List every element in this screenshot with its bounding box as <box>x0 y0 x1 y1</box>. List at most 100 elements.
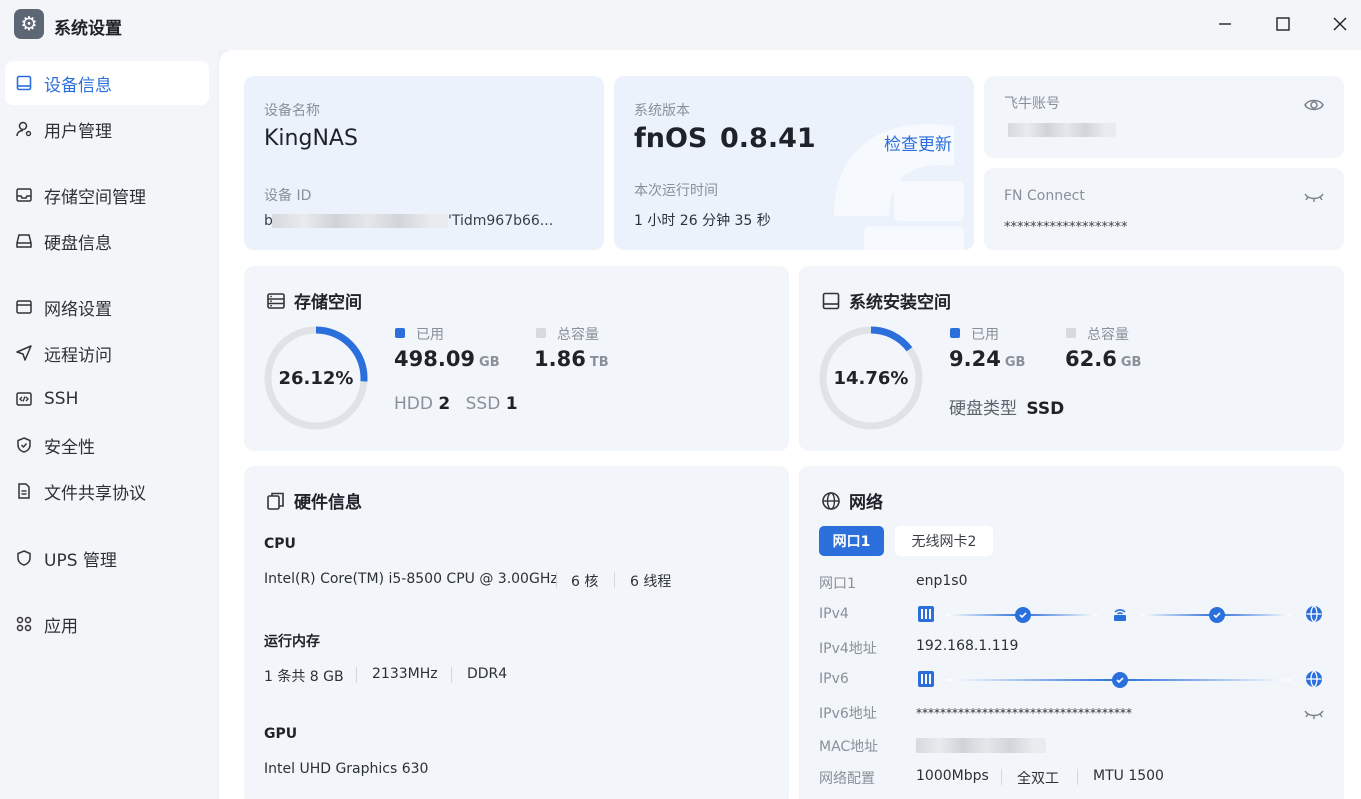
storage-list-icon <box>267 292 285 309</box>
sidebar-item-label: 远程访问 <box>44 345 112 366</box>
ipv6-check-icon <box>1112 672 1128 688</box>
sidebar-item-ups[interactable]: UPS 管理 <box>5 536 209 580</box>
gpu-model: Intel UHD Graphics 630 <box>264 761 429 777</box>
memory-size: 1 条共 8 GB <box>264 669 344 685</box>
network-title: 网络 <box>821 488 883 513</box>
sidebar-item-apps[interactable]: 应用 <box>5 602 209 646</box>
cpu-model: Intel(R) Core(TM) i5-8500 CPU @ 3.00GHz <box>264 571 558 587</box>
divider <box>614 572 615 588</box>
tab-wireless-2[interactable]: 无线网卡2 <box>895 526 993 556</box>
port-label: 网口1 <box>819 576 856 592</box>
document-icon <box>15 482 33 500</box>
fnos-logo-watermark-icon <box>834 124 964 250</box>
ipv4-address: 192.168.1.119 <box>916 638 1019 654</box>
device-id-blurred <box>272 214 448 228</box>
storage-used-value: 498.09 GB <box>394 347 500 371</box>
title-bar: ⚙ 系统设置 <box>0 0 1361 50</box>
minimize-button[interactable] <box>1213 12 1237 36</box>
total-legend-swatch <box>536 328 546 338</box>
minimize-icon <box>1219 23 1231 25</box>
eye-icon[interactable] <box>1304 96 1324 114</box>
storage-total-value: 1.86 TB <box>534 347 609 371</box>
storage-percent: 26.12% <box>278 368 354 389</box>
sidebar-item-label: 文件共享协议 <box>44 483 146 504</box>
sidebar-item-remote[interactable]: 远程访问 <box>5 331 209 375</box>
sidebar-item-disks[interactable]: 硬盘信息 <box>5 219 209 263</box>
system-total-label: 总容量 <box>1087 327 1129 343</box>
code-icon <box>15 390 33 408</box>
divider <box>451 667 452 683</box>
mac-address-label: MAC地址 <box>819 739 879 755</box>
uptime-value: 1 小时 26 分钟 35 秒 <box>634 213 771 229</box>
router-icon <box>1114 609 1126 621</box>
eye-closed-icon[interactable] <box>1304 190 1324 204</box>
ipv4-address-label: IPv4地址 <box>819 641 877 657</box>
sidebar-item-ssh[interactable]: SSH <box>5 377 209 421</box>
ipv4-label: IPv4 <box>819 606 849 622</box>
total-legend-swatch <box>1066 328 1076 338</box>
system-storage-percent: 14.76% <box>833 368 909 389</box>
device-icon <box>15 74 33 92</box>
sidebar-item-label: 设备信息 <box>44 75 112 96</box>
sidebar-item-label: 安全性 <box>44 437 95 458</box>
mtu-value: MTU 1500 <box>1093 768 1164 784</box>
memory-label: 运行内存 <box>264 634 320 650</box>
duplex-mode: 全双工 <box>1017 771 1059 787</box>
main-content: 设备名称 KingNAS 设备 ID b 'Tidm967b66... 系统版本… <box>219 50 1361 799</box>
network-config-label: 网络配置 <box>819 771 875 787</box>
system-used-label: 已用 <box>971 327 999 343</box>
memory-speed: 2133MHz <box>372 666 438 682</box>
system-storage-card[interactable]: 系统安装空间 14.76% 已用 9.24 GB 总容量 62.6 GB 硬盘类型 … <box>799 266 1344 451</box>
os-name: fnOS <box>634 123 708 154</box>
disk-counts: HDD 2 SSD 1 <box>394 394 518 414</box>
cpu-label: CPU <box>264 536 296 552</box>
user-settings-icon <box>15 120 33 138</box>
uptime-label: 本次运行时间 <box>634 183 718 199</box>
port-value: enp1s0 <box>916 573 968 589</box>
divider <box>556 572 557 588</box>
drive-icon <box>822 292 840 309</box>
ipv6-address-label: IPv6地址 <box>819 706 877 722</box>
used-legend-swatch <box>395 328 405 338</box>
system-version-label: 系统版本 <box>634 103 690 119</box>
cpu-cores: 6 核 <box>571 574 599 590</box>
fn-account-card: 飞牛账号 <box>984 76 1344 158</box>
device-card: 设备名称 KingNAS 设备 ID b 'Tidm967b66... <box>244 76 604 250</box>
tab-port-1[interactable]: 网口1 <box>819 526 884 556</box>
sidebar-item-label: 网络设置 <box>44 299 112 320</box>
cpu-threads: 6 线程 <box>630 574 672 590</box>
storage-total-label: 总容量 <box>557 327 599 343</box>
shield-icon <box>15 436 33 454</box>
sidebar-item-storage[interactable]: 存储空间管理 <box>5 173 209 217</box>
system-used-value: 9.24 GB <box>949 347 1026 371</box>
maximize-button[interactable] <box>1271 12 1295 36</box>
storage-card[interactable]: 存储空间 26.12% 已用 498.09 GB 总容量 1.86 TB HDD 2… <box>244 266 789 451</box>
fn-connect-label: FN Connect <box>1004 188 1085 204</box>
ipv4-check-icon <box>1015 607 1031 623</box>
check-update-link[interactable]: 检查更新 <box>884 130 952 155</box>
fn-connect-value: ******************* <box>1004 220 1128 235</box>
sidebar-item-users[interactable]: 用户管理 <box>5 107 209 151</box>
close-button[interactable] <box>1328 12 1352 36</box>
sidebar-item-label: 存储空间管理 <box>44 187 146 208</box>
internet-globe-icon <box>1306 670 1322 688</box>
hardware-copy-icon <box>267 492 284 510</box>
sidebar-item-security[interactable]: 安全性 <box>5 423 209 467</box>
sidebar-item-label: UPS 管理 <box>44 550 117 571</box>
device-id-label: 设备 ID <box>264 188 312 204</box>
eye-closed-icon[interactable] <box>1304 707 1324 721</box>
sidebar-item-file-sharing[interactable]: 文件共享协议 <box>5 469 209 513</box>
ethernet-port-icon <box>918 671 934 687</box>
network-card: 网络 网口1 无线网卡2 网口1 enp1s0 IPv4 IPv4地址 192.… <box>799 466 1344 799</box>
divider <box>356 667 357 683</box>
close-icon <box>1333 17 1347 31</box>
divider <box>1077 769 1078 785</box>
system-storage-title: 系统安装空间 <box>821 288 951 313</box>
sidebar-item-network[interactable]: 网络设置 <box>5 285 209 329</box>
gear-icon: ⚙ <box>14 9 44 39</box>
hardware-card: 硬件信息 CPU Intel(R) Core(TM) i5-8500 CPU @… <box>244 466 789 799</box>
send-icon <box>15 344 33 362</box>
ipv6-label: IPv6 <box>819 671 849 687</box>
sidebar-item-device-info[interactable]: 设备信息 <box>5 61 209 105</box>
globe-icon <box>822 491 840 510</box>
